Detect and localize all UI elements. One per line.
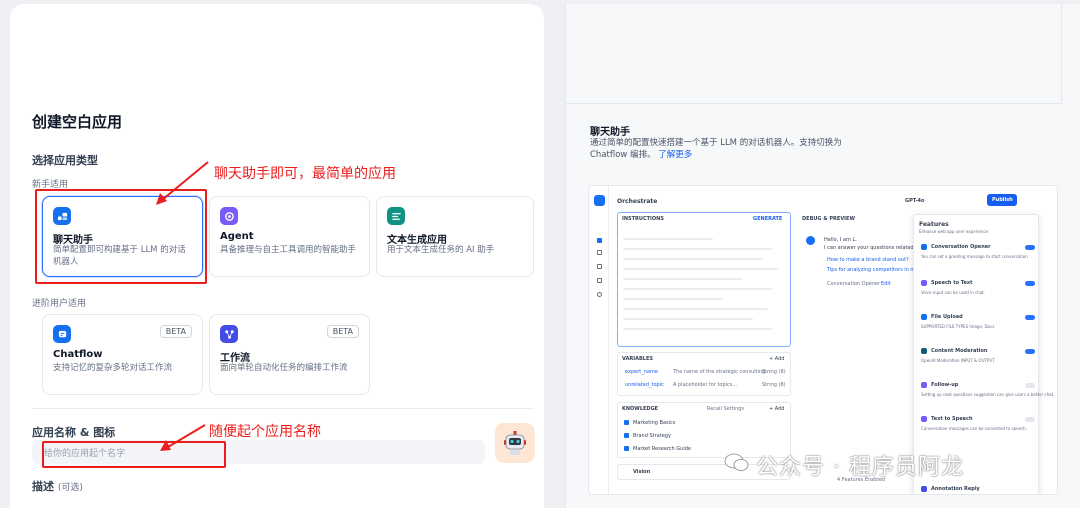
preview-title: 聊天助手	[590, 127, 630, 138]
feature-toggle[interactable]	[1025, 245, 1035, 250]
feature-toggle[interactable]	[1025, 315, 1035, 320]
instructions-label: INSTRUCTIONS	[622, 216, 664, 222]
knowledge-item: Brand Strategy	[633, 433, 671, 439]
feature-desc: You can set a greeting message to start …	[921, 254, 1028, 259]
annotation-name-note: 随便起个应用名称	[209, 424, 321, 440]
feature-name: Annotation Reply	[931, 486, 980, 492]
add-variable-button[interactable]: + Add	[769, 356, 784, 362]
annotation-icon	[921, 486, 927, 492]
edit-link[interactable]: Edit	[881, 281, 891, 287]
features-subtitle: Enhance web app user experience	[919, 229, 989, 234]
text-line	[623, 268, 778, 270]
knowledge-label: KNOWLEDGE	[622, 406, 659, 412]
app-icon	[594, 195, 605, 206]
opener-note: Conversation Opener	[827, 281, 881, 287]
text-line	[623, 308, 768, 310]
upload-icon	[921, 314, 927, 320]
text-line	[623, 258, 763, 260]
microphone-icon	[921, 280, 927, 286]
feature-toggle[interactable]	[1025, 417, 1035, 422]
knowledge-item: Market Research Guide	[633, 446, 691, 452]
knowledge-item: Marketing Basics	[633, 420, 676, 426]
text-line	[623, 248, 773, 250]
doc-icon	[624, 433, 629, 438]
moderation-icon	[921, 348, 927, 354]
feature-name: Content Moderation	[931, 348, 988, 354]
watermark-text: 公众号 · 程序员阿龙	[756, 455, 964, 480]
wechat-icon	[724, 453, 749, 471]
variables-label: VARIABLES	[622, 356, 653, 362]
var-type: String (8)	[762, 369, 786, 375]
feature-name: File Upload	[931, 314, 963, 320]
opener-icon	[921, 244, 927, 250]
nav-icon	[597, 292, 602, 297]
nav-icon	[597, 238, 602, 243]
text-line	[623, 238, 713, 240]
preview-sidebar	[589, 186, 609, 494]
model-selector[interactable]: GPT-4o	[905, 198, 924, 204]
feature-desc: Conversation messages can be converted t…	[921, 426, 1028, 431]
bot-avatar	[806, 236, 815, 245]
doc-icon	[624, 420, 629, 425]
feature-desc: Voice input can be used in chat.	[921, 290, 986, 295]
publish-label: Publish	[992, 197, 1013, 203]
feature-desc: OpenAI Moderation INPUT & OUTPUT	[921, 358, 995, 363]
vision-label: Vision	[633, 469, 651, 475]
preview-desc: 通过简单的配置快速搭建一个基于 LLM 的对话机器人。支持切换为 Chatflo…	[590, 138, 842, 160]
recall-settings-button[interactable]: Recall Settings	[707, 406, 744, 412]
feature-toggle[interactable]	[1025, 383, 1035, 388]
feature-name: Conversation Opener	[931, 244, 991, 250]
features-title: Features	[919, 221, 949, 228]
speaker-icon	[921, 416, 927, 422]
text-line	[623, 318, 753, 320]
var-desc: The name of the strategic consulting...	[673, 369, 771, 375]
var-key: unrelated_topic	[625, 382, 664, 388]
learn-more-link[interactable]: 了解更多	[658, 150, 692, 160]
var-key: expert_name	[625, 369, 658, 375]
chat-line: I can answer your questions related	[824, 245, 914, 251]
feature-name: Speech to Text	[931, 280, 973, 286]
generate-button[interactable]: GENERATE	[753, 216, 782, 222]
debug-preview-title: DEBUG & PREVIEW	[802, 216, 855, 222]
feature-name: Text to Speech	[931, 416, 973, 422]
text-line	[623, 278, 743, 280]
nav-icon	[597, 264, 602, 269]
feature-name: Follow-up	[931, 382, 959, 388]
doc-icon	[624, 446, 629, 451]
text-line	[623, 298, 723, 300]
feature-toggle[interactable]	[1025, 281, 1035, 286]
feature-toggle[interactable]	[1025, 349, 1035, 354]
text-line	[623, 328, 773, 330]
nav-icon	[597, 278, 602, 283]
orchestrate-title: Orchestrate	[617, 198, 658, 205]
add-knowledge-button[interactable]: + Add	[769, 406, 784, 412]
followup-icon	[921, 382, 927, 388]
preview-top-area	[565, 4, 1062, 104]
var-desc: A placeholder for topics...	[673, 382, 738, 388]
feature-desc: Setting up next questions suggestion can…	[921, 392, 1055, 397]
annotation-card-note: 聊天助手即可，最简单的应用	[214, 166, 396, 182]
chat-greeting: Hello, I am L.	[824, 237, 857, 243]
suggestion[interactable]: How to make a brand stand out?	[827, 257, 909, 263]
feature-desc: SUPPORTED FILE TYPES Image, Docs	[921, 324, 995, 329]
var-type: String (8)	[762, 382, 786, 388]
nav-icon	[597, 250, 602, 255]
text-line	[623, 288, 773, 290]
